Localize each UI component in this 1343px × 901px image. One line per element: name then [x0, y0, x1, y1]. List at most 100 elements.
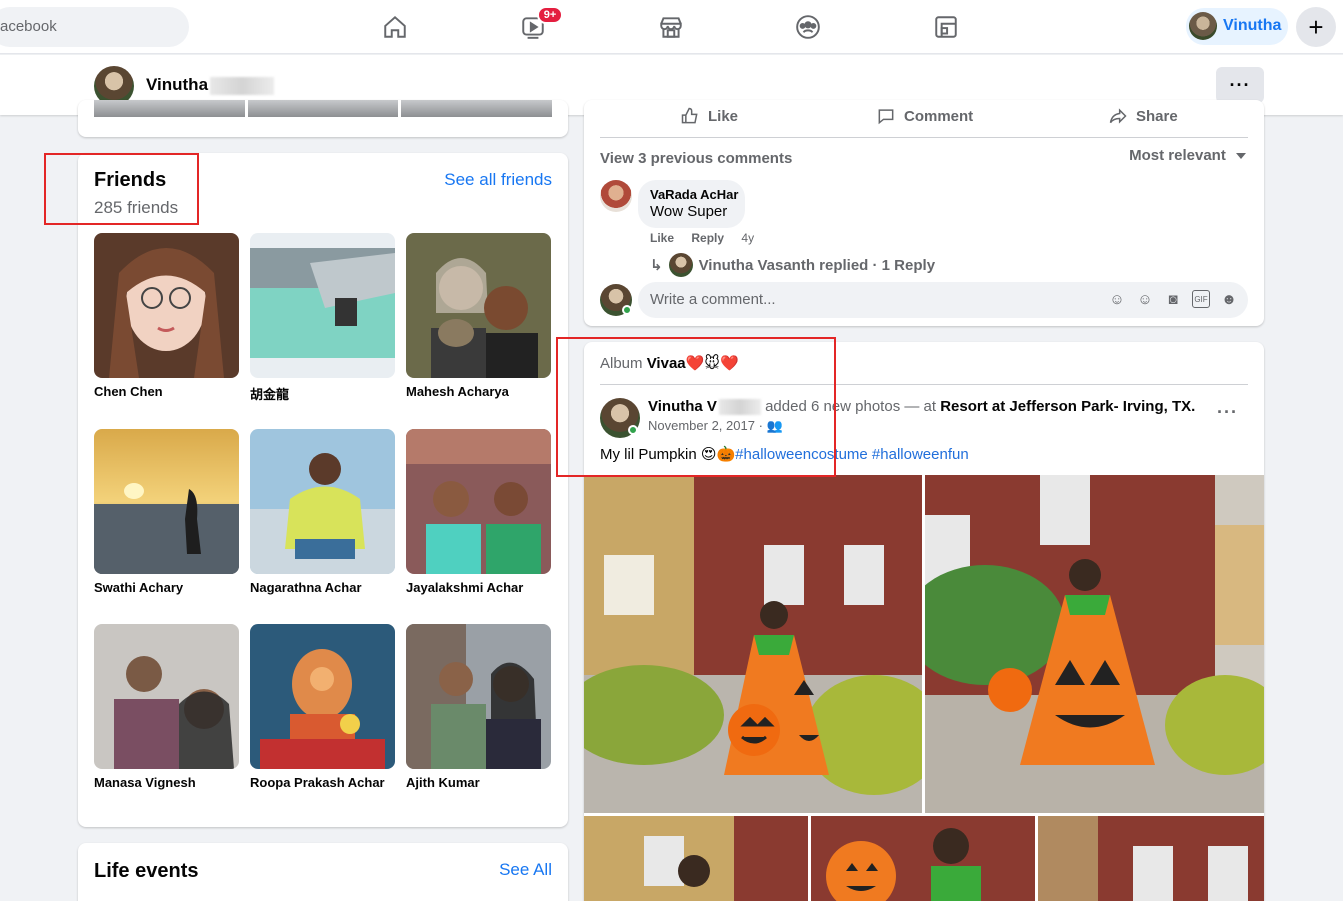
comment-icon [878, 109, 894, 125]
post-options-button[interactable]: ··· [1217, 402, 1238, 423]
emoji-icon[interactable]: ☺ [1136, 290, 1154, 308]
album-header: Album Vivaa❤️🐭❤️ [600, 354, 739, 372]
write-comment-placeholder: Write a comment... [650, 291, 776, 308]
search-placeholder: acebook [0, 18, 57, 35]
post-photo[interactable] [925, 475, 1264, 813]
see-all-life-events-link[interactable]: See All [499, 860, 552, 880]
profile-name[interactable]: Vinutha [146, 75, 275, 95]
album-prefix: Album [600, 355, 643, 372]
poster-name-link[interactable]: Vinutha V [648, 398, 717, 415]
camera-icon[interactable]: ◙ [1164, 290, 1182, 308]
friend-name[interactable]: Mahesh Acharya [406, 384, 551, 399]
friend-photo[interactable] [250, 233, 395, 378]
avatar-sticker-icon[interactable]: ☺ [1108, 290, 1126, 308]
profile-more-button[interactable]: ··· [1216, 67, 1264, 103]
commenter-avatar[interactable] [600, 180, 632, 212]
comment-age[interactable]: 4y [741, 231, 754, 245]
more-icon: ··· [1229, 74, 1251, 95]
post-action-bar: Like Comment Share [600, 100, 1248, 138]
hashtag-links[interactable]: #halloweencostume #halloweenfun [735, 446, 969, 463]
friend-tile[interactable]: Roopa Prakash Achar [250, 624, 395, 790]
friend-name[interactable]: Roopa Prakash Achar [250, 775, 395, 790]
friend-name[interactable]: Manasa Vignesh [94, 775, 239, 790]
comment-text: Wow Super [650, 203, 728, 220]
post-date[interactable]: November 2, 2017 · 👥 [648, 418, 783, 434]
marketplace-icon[interactable] [656, 12, 686, 42]
friend-name[interactable]: Swathi Achary [94, 580, 239, 595]
post-photo[interactable] [584, 475, 922, 813]
comment-sort-label: Most relevant [1129, 147, 1226, 164]
friend-tile[interactable]: Nagarathna Achar [250, 429, 395, 595]
write-comment-input[interactable]: Write a comment... ☺ ☺ ◙ GIF ☻ [638, 282, 1248, 318]
friends-title[interactable]: Friends [94, 169, 166, 192]
comment-button[interactable]: Comment [876, 106, 973, 126]
photo-thumb[interactable] [247, 100, 399, 117]
reply-arrow-icon: ↳ [650, 257, 663, 274]
friend-tile[interactable]: Swathi Achary [94, 429, 239, 595]
friend-photo[interactable] [406, 233, 551, 378]
view-replies-link[interactable]: ↳ Vinutha Vasanth replied · 1 Reply [650, 253, 935, 277]
album-name-link[interactable]: Vivaa❤️🐭❤️ [647, 355, 739, 372]
comment-sort-dropdown[interactable]: Most relevant [1129, 147, 1246, 164]
comment-author[interactable]: VaRada AcHar [650, 187, 738, 202]
redacted-blur [718, 399, 761, 416]
friend-tile[interactable]: Mahesh Acharya [406, 233, 551, 399]
friend-tile[interactable]: Chen Chen [94, 233, 239, 399]
share-button[interactable]: Share [1108, 106, 1178, 126]
view-previous-comments-link[interactable]: View 3 previous comments [600, 150, 792, 167]
friend-photo[interactable] [406, 624, 551, 769]
album-post-card: Album Vivaa❤️🐭❤️ Vinutha V added 6 new p… [584, 342, 1264, 901]
friend-tile[interactable]: Jayalakshmi Achar [406, 429, 551, 595]
home-icon[interactable] [380, 12, 410, 42]
photo-thumb[interactable] [401, 100, 553, 117]
friend-tile[interactable]: Ajith Kumar [406, 624, 551, 790]
place-link[interactable]: Resort at Jefferson Park- Irving, TX. [940, 398, 1195, 415]
comment-meta: Like Reply 4y [650, 231, 768, 245]
search-input[interactable]: acebook [0, 7, 189, 47]
post-photo[interactable] [811, 816, 1035, 901]
comment-bubble: VaRada AcHar Wow Super [638, 180, 745, 228]
caret-down-icon [1236, 153, 1246, 160]
friend-photo[interactable] [250, 624, 395, 769]
online-indicator [622, 305, 632, 315]
groups-icon[interactable] [793, 12, 823, 42]
friend-name[interactable]: Ajith Kumar [406, 775, 551, 790]
friend-photo[interactable] [94, 233, 239, 378]
comment-like-link[interactable]: Like [650, 231, 674, 245]
profile-shortcut-name: Vinutha [1223, 17, 1282, 34]
friend-name[interactable]: Jayalakshmi Achar [406, 580, 551, 595]
photo-strip [94, 100, 553, 117]
top-navigation-bar: acebook 9+ Vinutha + [0, 0, 1343, 54]
share-icon [1109, 108, 1127, 124]
post-caption: My lil Pumpkin 😍🎃#halloweencostume #hall… [600, 445, 969, 463]
photo-thumb[interactable] [94, 100, 245, 117]
profile-shortcut-button[interactable]: Vinutha [1186, 8, 1288, 45]
friends-card: Friends 285 friends See all friends Chen… [78, 153, 568, 827]
create-button[interactable]: + [1296, 7, 1336, 47]
post-photo[interactable] [584, 816, 808, 901]
post-date-text: November 2, 2017 · [648, 418, 763, 433]
sticker-icon[interactable]: ☻ [1220, 290, 1238, 308]
friend-photo[interactable] [250, 429, 395, 574]
friend-photo[interactable] [94, 624, 239, 769]
friend-photo[interactable] [406, 429, 551, 574]
replier-avatar [668, 253, 693, 277]
friend-name[interactable]: 胡金龍 [250, 384, 395, 403]
online-indicator [628, 425, 638, 435]
life-events-card: Life events See All [78, 843, 568, 901]
friend-tile[interactable]: Manasa Vignesh [94, 624, 239, 790]
see-all-friends-link[interactable]: See all friends [444, 170, 552, 190]
gaming-icon[interactable] [931, 12, 961, 42]
plus-icon: + [1308, 11, 1324, 42]
post-photo[interactable] [1038, 816, 1264, 901]
comment-reply-link[interactable]: Reply [691, 231, 724, 245]
friend-tile[interactable]: 胡金龍 [250, 233, 395, 403]
gif-icon[interactable]: GIF [1192, 290, 1210, 308]
friend-name[interactable]: Chen Chen [94, 384, 239, 399]
like-button[interactable]: Like [680, 106, 738, 126]
comment-tools: ☺ ☺ ◙ GIF ☻ [1108, 290, 1238, 308]
profile-name-text: Vinutha [146, 75, 209, 94]
avatar [1189, 12, 1217, 40]
friend-name[interactable]: Nagarathna Achar [250, 580, 395, 595]
friend-photo[interactable] [94, 429, 239, 574]
